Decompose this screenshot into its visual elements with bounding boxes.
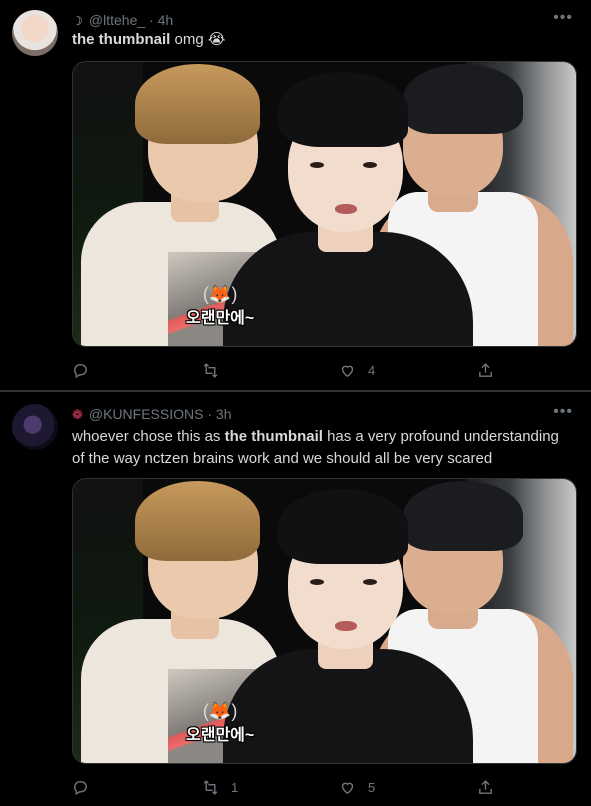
like-count: 5	[368, 779, 376, 795]
tweet-image[interactable]: (🦊) 오랜만에~	[72, 61, 577, 347]
photo-scene: (🦊) 오랜만에~	[73, 62, 576, 346]
fox-emoji: (🦊)	[202, 284, 238, 304]
like-icon	[341, 782, 354, 794]
tweet-actions: 4	[72, 360, 502, 380]
tweet-actions: 1 5	[72, 777, 502, 797]
share-button[interactable]	[477, 777, 494, 797]
retweet-count: 1	[231, 779, 239, 795]
retweet-button[interactable]: 1	[202, 777, 238, 797]
like-button[interactable]: 5	[339, 777, 375, 797]
tweet-text-pre: whoever chose this as	[72, 428, 225, 445]
retweet-icon	[203, 362, 218, 378]
timestamp[interactable]: · 3h	[207, 406, 231, 422]
user-handle[interactable]: @lttehe_	[89, 12, 145, 28]
tweet-text-bold: the thumbnail	[72, 31, 171, 48]
reply-button[interactable]	[72, 777, 101, 797]
tweet-image[interactable]: (🦊) 오랜만에~	[72, 478, 577, 764]
reply-icon	[74, 780, 87, 795]
tweet-header: ❁ @KUNFESSIONS · 3h •••	[72, 402, 579, 424]
tweet[interactable]: ☽ @lttehe_ · 4h ••• the thumbnail omg 😭	[0, 0, 591, 390]
tweet[interactable]: ❁ @KUNFESSIONS · 3h ••• whoever chose th…	[0, 392, 591, 806]
reply-button[interactable]	[72, 360, 101, 380]
photo-scene: (🦊) 오랜만에~	[73, 479, 576, 763]
more-icon[interactable]: •••	[553, 8, 573, 28]
tweet-header: ☽ @lttehe_ · 4h •••	[72, 8, 579, 30]
fox-emoji: (🦊)	[202, 701, 238, 721]
reply-icon	[74, 363, 87, 378]
avatar[interactable]	[12, 404, 58, 450]
tweet-text: whoever chose this as the thumbnail has …	[72, 426, 573, 470]
flower-icon: ❁	[72, 407, 83, 422]
tweet-text-rest: omg 😭	[170, 31, 226, 48]
retweet-button[interactable]	[202, 360, 231, 380]
caption-text: 오랜만에~	[186, 727, 255, 744]
tweet-text: the thumbnail omg 😭	[72, 29, 573, 51]
tweet-text-bold: the thumbnail	[224, 428, 323, 445]
timestamp[interactable]: · 4h	[149, 12, 173, 28]
share-icon	[479, 362, 492, 377]
like-icon	[341, 365, 354, 377]
avatar[interactable]	[12, 10, 58, 56]
like-button[interactable]: 4	[339, 360, 375, 380]
user-handle[interactable]: @KUNFESSIONS	[89, 406, 204, 422]
share-button[interactable]	[477, 360, 494, 380]
moon-icon: ☽	[72, 14, 83, 28]
retweet-icon	[203, 779, 218, 795]
more-icon[interactable]: •••	[553, 402, 573, 422]
video-caption: (🦊) 오랜만에~	[186, 284, 254, 328]
video-caption: (🦊) 오랜만에~	[186, 701, 254, 745]
share-icon	[479, 779, 492, 794]
caption-text: 오랜만에~	[186, 310, 255, 327]
like-count: 4	[368, 362, 376, 378]
